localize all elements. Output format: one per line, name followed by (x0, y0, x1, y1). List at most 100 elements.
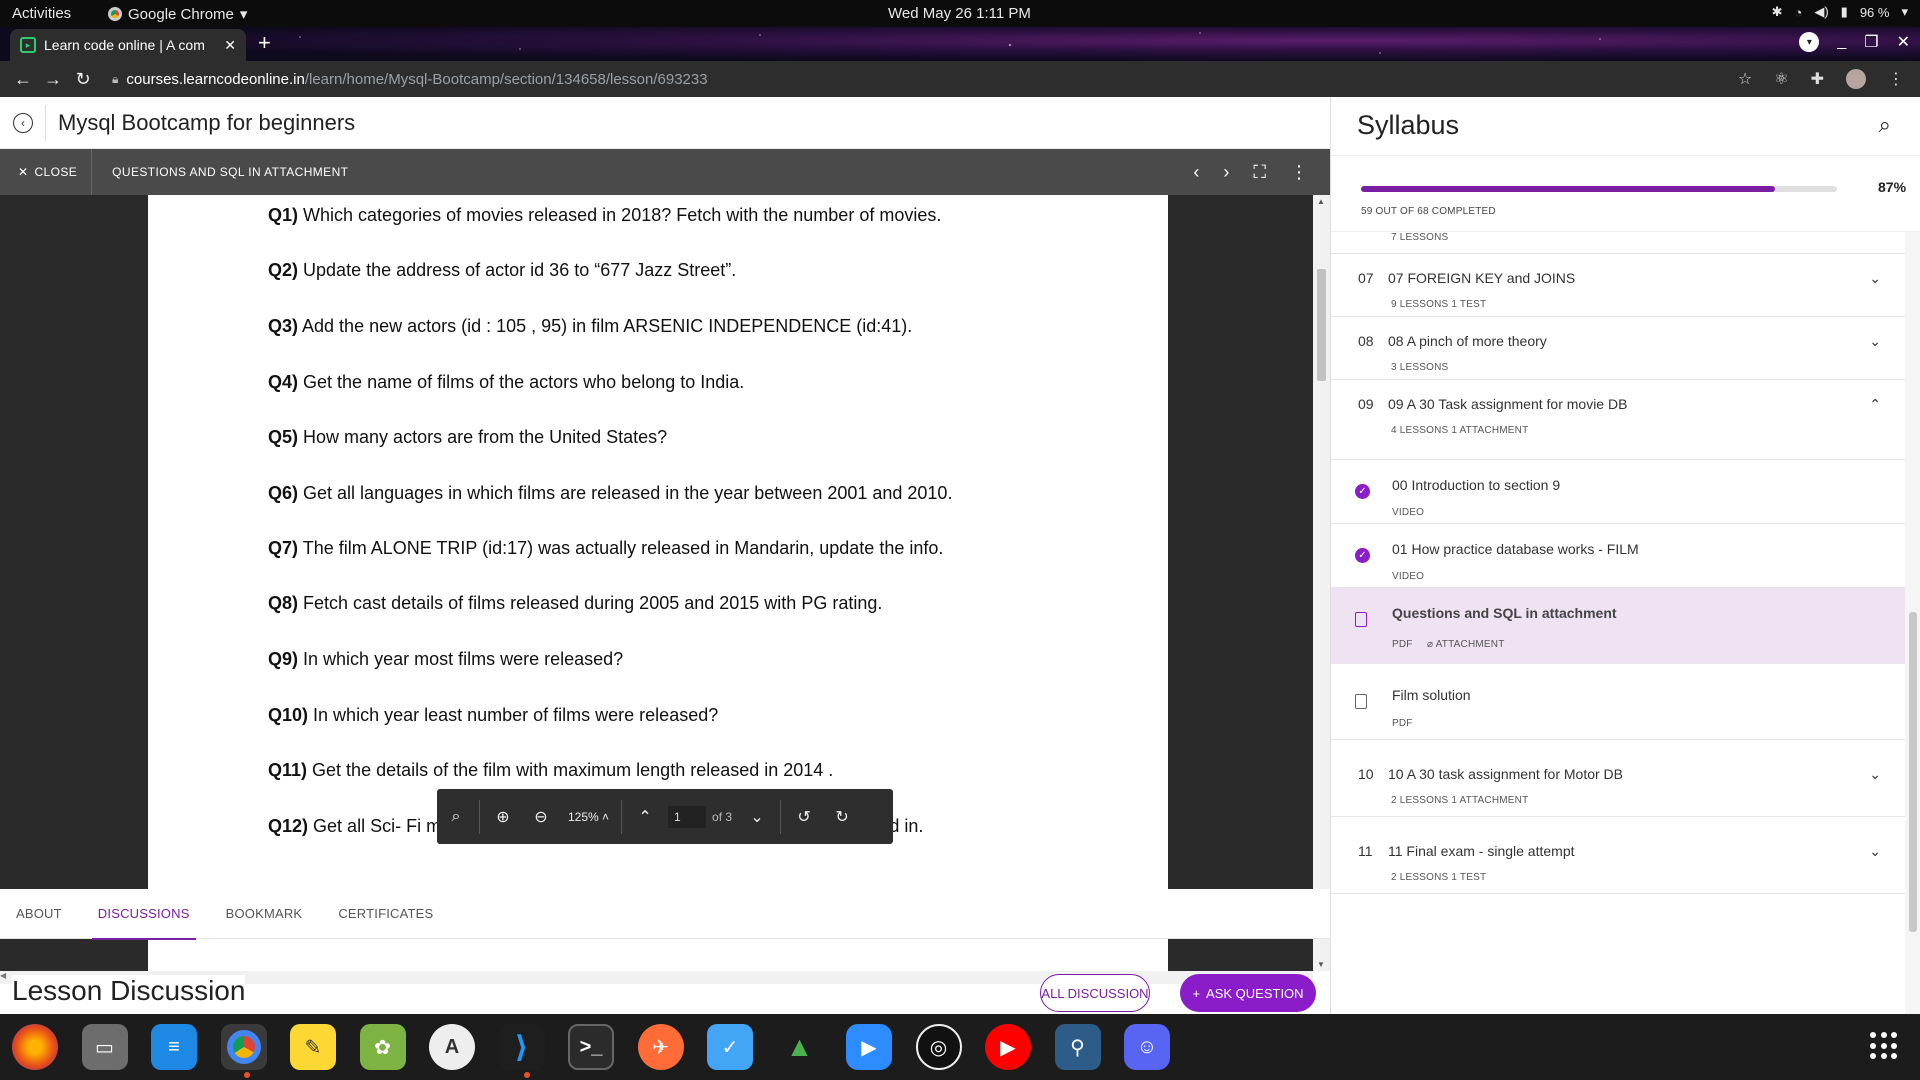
forward-icon[interactable]: → (38, 69, 68, 90)
rotate-right-icon[interactable]: ↻ (823, 807, 861, 827)
url-host: courses.learncodeonline.in (126, 70, 305, 88)
profile-avatar[interactable] (1846, 69, 1866, 89)
app-menu-label: Google Chrome (128, 5, 234, 23)
previous-lesson-icon[interactable]: ‹ (1193, 162, 1199, 183)
lesson-item[interactable]: ✓ 00 Introduction to section 9 VIDEO (1331, 460, 1905, 524)
section-item[interactable]: 08 08 A pinch of more theory 3 LESSONS ⌄ (1331, 317, 1905, 380)
search-icon[interactable]: ⌕ (1879, 112, 1891, 138)
chrome-icon[interactable] (220, 1024, 267, 1070)
more-options-icon[interactable]: ⋮ (1290, 162, 1308, 183)
terminal-icon[interactable]: >_ (568, 1024, 614, 1070)
toolbar-separator (621, 799, 623, 834)
next-page-icon[interactable]: ⌄ (738, 807, 776, 827)
zoom-select[interactable]: 125% ˄ (560, 810, 617, 824)
next-lesson-icon[interactable]: › (1223, 162, 1229, 183)
volume-icon: ◀) (1814, 4, 1829, 19)
app-menu[interactable]: Google Chrome ▾ (108, 5, 247, 23)
tab-discussions[interactable]: DISCUSSIONS (91, 889, 196, 940)
chevron-up-icon[interactable]: ⌃ (1869, 396, 1881, 413)
scroll-thumb[interactable] (1909, 612, 1917, 932)
rotate-left-icon[interactable]: ↺ (785, 807, 823, 827)
restore-icon[interactable]: ❐ (1864, 32, 1878, 52)
document-icon (1355, 612, 1370, 627)
gimp-icon[interactable]: ✿ (359, 1024, 406, 1070)
syllabus-list[interactable]: 7 LESSONS 07 07 FOREIGN KEY and JOINS 9 … (1331, 232, 1905, 1014)
running-indicator (524, 1072, 530, 1078)
activities-button[interactable]: Activities (12, 5, 71, 22)
section-meta: 2 LESSONS 1 ATTACHMENT (1391, 795, 1529, 806)
address-bar[interactable]: 🔒︎ courses.learncodeonline.in/learn/home… (112, 65, 1738, 93)
youtube-music-icon[interactable]: ▶ (985, 1024, 1031, 1070)
chevron-down-icon[interactable]: ⌄ (1869, 270, 1881, 287)
lesson-type: VIDEO (1392, 507, 1425, 518)
section-item[interactable]: 09 09 A 30 Task assignment for movie DB … (1331, 380, 1905, 460)
section-item[interactable]: 10 10 A 30 task assignment for Motor DB … (1331, 740, 1905, 817)
lesson-name: 00 Introduction to section 9 (1392, 477, 1561, 493)
scroll-up-icon[interactable]: ▲ (1317, 197, 1325, 206)
firefox-icon[interactable] (12, 1024, 58, 1070)
lesson-type: PDF (1392, 639, 1413, 650)
pdf-vertical-scrollbar[interactable]: ▲ ▼ (1313, 195, 1330, 971)
page-number-input[interactable]: 1 (668, 805, 707, 828)
lesson-item[interactable]: ✓ 01 How practice database works - FILM … (1331, 524, 1905, 588)
writer-icon[interactable]: ≡ (151, 1024, 197, 1070)
chevron-down-icon[interactable]: ⌄ (1869, 766, 1881, 783)
back-arrow-icon[interactable]: ‹ (13, 112, 33, 133)
chevron-down-icon[interactable]: ⌄ (1869, 333, 1881, 350)
tasks-icon[interactable]: ✓ (707, 1024, 753, 1070)
obs-icon[interactable]: ◎ (915, 1024, 962, 1070)
pdf-viewer[interactable]: Q1) Which categories of movies released … (0, 195, 1313, 971)
bookmark-star-icon[interactable]: ☆ (1738, 69, 1752, 89)
previous-page-icon[interactable]: ⌃ (626, 807, 664, 827)
lesson-item-current[interactable]: Questions and SQL in attachment PDF ⌀ AT… (1331, 588, 1905, 664)
close-window-icon[interactable]: ✕ (1897, 32, 1910, 52)
mysql-workbench-icon[interactable]: ⚲ (1054, 1024, 1101, 1070)
fullscreen-icon[interactable]: ⛶ (1253, 162, 1266, 183)
software-updater-icon[interactable]: A (429, 1024, 475, 1070)
zoom-icon[interactable]: ▶ (846, 1024, 892, 1070)
clock[interactable]: Wed May 26 1:11 PM (888, 5, 1031, 22)
back-icon[interactable]: ← (8, 69, 38, 90)
close-viewer-button[interactable]: ✕ CLOSE (0, 149, 93, 195)
chevron-down-icon: ▾ (239, 6, 248, 23)
all-discussion-button[interactable]: ALL DISCUSSION (1040, 974, 1150, 1012)
files-icon[interactable]: ▭ (81, 1024, 128, 1070)
question-line: Q7) The film ALONE TRIP (id:17) was actu… (268, 538, 944, 558)
scroll-down-icon[interactable]: ▼ (1317, 960, 1325, 969)
reload-icon[interactable]: ↻ (68, 69, 98, 90)
inkscape-icon[interactable]: ▲ (776, 1024, 823, 1070)
tab-close-icon[interactable]: ✕ (224, 37, 236, 54)
system-tray[interactable]: ✱ ◔ ◀) ▮ 96 % ▾ (1772, 4, 1908, 20)
tab-search-icon[interactable]: ▾ (1799, 32, 1820, 52)
section-number: 11 (1358, 843, 1373, 859)
tab-certificates[interactable]: CERTIFICATES (338, 906, 433, 921)
scroll-thumb[interactable] (1317, 269, 1326, 381)
new-tab-button[interactable]: + (258, 32, 271, 54)
tab-about[interactable]: ABOUT (16, 906, 62, 921)
text-editor-icon[interactable]: ✎ (290, 1024, 336, 1070)
discord-icon[interactable]: ☺ (1124, 1024, 1170, 1070)
ask-question-button[interactable]: + ASK QUESTION (1180, 974, 1316, 1012)
search-icon[interactable]: ⌕ (437, 808, 475, 826)
show-applications-icon[interactable] (1870, 1032, 1898, 1060)
lesson-item[interactable]: Film solution PDF (1331, 664, 1905, 740)
lock-icon[interactable]: 🔒︎ (112, 72, 118, 87)
vscode-icon[interactable]: ⟩ (498, 1024, 545, 1070)
section-meta: 9 LESSONS 1 TEST (1391, 299, 1487, 310)
tab-bookmark[interactable]: BOOKMARK (226, 906, 303, 921)
kebab-menu-icon[interactable]: ⋮ (1888, 69, 1904, 89)
chevron-down-icon[interactable]: ⌄ (1869, 843, 1881, 860)
section-meta: 7 LESSONS (1391, 232, 1449, 243)
section-item[interactable]: 07 07 FOREIGN KEY and JOINS 9 LESSONS 1 … (1331, 254, 1905, 317)
zoom-in-icon[interactable]: ⊕ (484, 807, 522, 827)
section-meta: 2 LESSONS 1 TEST (1391, 872, 1487, 883)
browser-tab[interactable]: ▸ Learn code online | A com ✕ (10, 29, 246, 61)
postman-icon[interactable]: ✈ (637, 1024, 684, 1070)
extensions-puzzle-icon[interactable]: ✚ (1811, 69, 1824, 89)
minimize-icon[interactable]: _ (1837, 33, 1846, 51)
syllabus-scrollbar[interactable] (1905, 232, 1920, 1014)
react-devtools-icon[interactable]: ⚛ (1774, 69, 1788, 89)
section-item[interactable]: 11 11 Final exam - single attempt 2 LESS… (1331, 817, 1905, 894)
syllabus-sidebar: Syllabus ⌕ 87% 59 OUT OF 68 COMPLETED 7 … (1330, 97, 1920, 1014)
zoom-out-icon[interactable]: ⊖ (522, 807, 560, 827)
